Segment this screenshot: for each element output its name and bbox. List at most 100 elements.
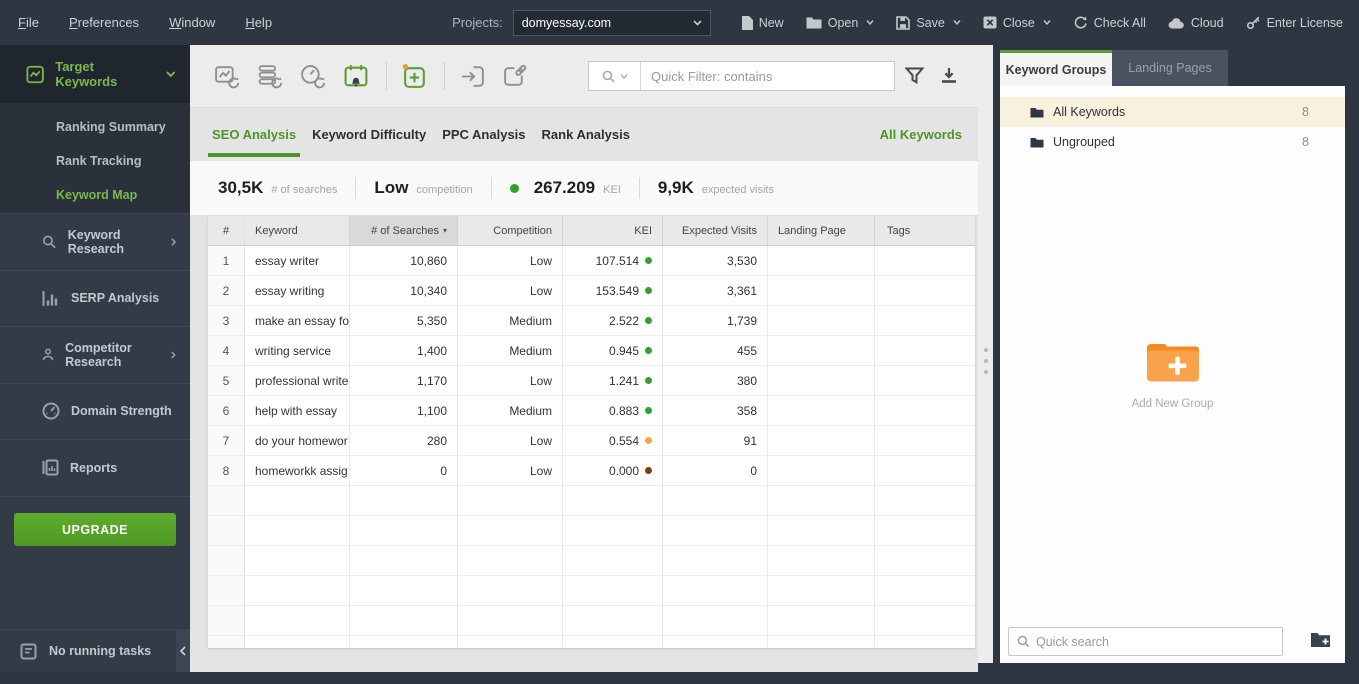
menu-preferences[interactable]: Preferences bbox=[69, 15, 139, 30]
cell-tags bbox=[875, 366, 975, 395]
update-search-number-button[interactable] bbox=[253, 59, 287, 93]
menu-file[interactable]: File bbox=[18, 15, 39, 30]
col-header-searches[interactable]: # of Searches ▾ bbox=[350, 216, 458, 245]
col-header-kei[interactable]: KEI bbox=[563, 216, 663, 245]
tab-landing-pages[interactable]: Landing Pages bbox=[1112, 50, 1228, 86]
sidebar-item-competitor-research[interactable]: Competitor Research bbox=[0, 327, 190, 384]
col-header-expected-visits[interactable]: Expected Visits bbox=[663, 216, 768, 245]
create-group-button[interactable] bbox=[1310, 631, 1331, 653]
sidebar-collapse-handle[interactable] bbox=[176, 629, 190, 672]
assign-landing-page-button[interactable] bbox=[498, 59, 532, 93]
new-project-button[interactable]: New bbox=[741, 15, 784, 30]
table-row[interactable]: 6 help with essay 1,100 Medium 0.883 358 bbox=[208, 396, 975, 426]
cell-keyword: help with essay bbox=[245, 396, 350, 425]
col-header-competition[interactable]: Competition bbox=[458, 216, 563, 245]
add-new-group-button[interactable]: Add New Group bbox=[1000, 338, 1345, 410]
main-content: SEO Analysis Keyword Difficulty PPC Anal… bbox=[190, 45, 978, 672]
close-project-button[interactable]: Close bbox=[983, 16, 1051, 30]
tab-seo-analysis[interactable]: SEO Analysis bbox=[207, 108, 301, 161]
table-header: # Keyword # of Searches ▾ Competition KEI… bbox=[208, 216, 975, 246]
sidebar-item-ranking-summary[interactable]: Ranking Summary bbox=[0, 110, 190, 144]
sidebar-item-domain-strength[interactable]: Domain Strength bbox=[0, 384, 190, 440]
cloud-button[interactable]: Cloud bbox=[1168, 16, 1224, 30]
kei-dot bbox=[645, 407, 652, 414]
cell-keyword: professional write bbox=[245, 366, 350, 395]
sidebar-item-reports[interactable]: Reports bbox=[0, 440, 190, 497]
chevron-down-icon[interactable] bbox=[166, 70, 176, 78]
table-row[interactable]: 3 make an essay fo 5,350 Medium 2.522 1,… bbox=[208, 306, 975, 336]
open-project-button[interactable]: Open bbox=[806, 16, 875, 30]
check-all-refresh-icon bbox=[1074, 16, 1087, 29]
table-row[interactable]: 2 essay writing 10,340 Low 153.549 3,361 bbox=[208, 276, 975, 306]
sidebar-item-keyword-map[interactable]: Keyword Map bbox=[0, 178, 190, 212]
quick-filter-input[interactable] bbox=[641, 62, 894, 90]
add-keywords-button[interactable] bbox=[397, 59, 431, 93]
table-empty-row[interactable] bbox=[208, 516, 975, 546]
sidebar-item-serp-analysis[interactable]: SERP Analysis bbox=[0, 271, 190, 327]
sidebar-item-keyword-research[interactable]: Keyword Research bbox=[0, 214, 190, 271]
menu-bar: File Preferences Window Help bbox=[18, 15, 272, 30]
cell-searches: 10,860 bbox=[350, 246, 458, 275]
enter-license-label: Enter License bbox=[1266, 15, 1343, 30]
chevron-down-icon[interactable] bbox=[1043, 20, 1051, 25]
table-row[interactable]: 8 homeworkk assig 0 Low 0.000 0 bbox=[208, 456, 975, 486]
sidebar: Target Keywords Ranking Summary Rank Tra… bbox=[0, 45, 190, 672]
panel-splitter[interactable] bbox=[978, 45, 993, 663]
table-empty-row[interactable] bbox=[208, 606, 975, 636]
cell-visits: 0 bbox=[663, 456, 768, 485]
save-label: Save bbox=[916, 15, 945, 30]
table-row[interactable]: 7 do your homewor 280 Low 0.554 91 bbox=[208, 426, 975, 456]
tab-ppc-analysis[interactable]: PPC Analysis bbox=[442, 108, 525, 161]
col-header-tags[interactable]: Tags bbox=[875, 216, 975, 245]
group-row-all-keywords[interactable]: All Keywords 8 bbox=[1000, 97, 1345, 127]
projects-select[interactable]: domyessay.com bbox=[512, 9, 711, 36]
update-kei-button[interactable] bbox=[296, 59, 330, 93]
cell-landing-page bbox=[768, 306, 875, 335]
all-keywords-scope-label[interactable]: All Keywords bbox=[880, 127, 962, 142]
table-empty-row[interactable] bbox=[208, 636, 975, 648]
gauge-icon bbox=[42, 402, 60, 420]
cell-keyword: do your homewor bbox=[245, 426, 350, 455]
menu-help[interactable]: Help bbox=[245, 15, 272, 30]
update-rankings-button[interactable] bbox=[210, 59, 244, 93]
group-search-input[interactable] bbox=[1036, 628, 1282, 655]
chevron-down-icon[interactable] bbox=[953, 20, 961, 25]
enter-license-button[interactable]: Enter License bbox=[1246, 15, 1343, 30]
move-to-group-button[interactable] bbox=[455, 59, 489, 93]
table-empty-row[interactable] bbox=[208, 576, 975, 606]
cloud-label: Cloud bbox=[1190, 15, 1224, 30]
col-header-landing-page[interactable]: Landing Page bbox=[768, 216, 875, 245]
sidebar-item-rank-tracking[interactable]: Rank Tracking bbox=[0, 144, 190, 178]
upgrade-button[interactable]: UPGRADE bbox=[14, 513, 176, 546]
tab-rank-analysis[interactable]: Rank Analysis bbox=[542, 108, 630, 161]
stat-searches-value: 30,5K bbox=[218, 178, 264, 197]
table-row[interactable]: 5 professional write 1,170 Low 1.241 380 bbox=[208, 366, 975, 396]
tab-keyword-groups[interactable]: Keyword Groups bbox=[1000, 50, 1112, 86]
col-header-keyword[interactable]: Keyword bbox=[245, 216, 350, 245]
col-header-num[interactable]: # bbox=[208, 216, 245, 245]
quick-filter-mode-button[interactable] bbox=[589, 62, 641, 90]
save-project-button[interactable]: Save bbox=[896, 16, 961, 30]
check-all-label: Check All bbox=[1093, 15, 1146, 30]
target-keywords-submenu: Ranking Summary Rank Tracking Keyword Ma… bbox=[0, 103, 190, 214]
cell-kei: 0.000 bbox=[563, 456, 663, 485]
cell-kei: 0.945 bbox=[563, 336, 663, 365]
tab-keyword-difficulty[interactable]: Keyword Difficulty bbox=[312, 108, 426, 161]
stat-kei: 267.209 KEI bbox=[509, 178, 621, 198]
sidebar-item-target-keywords[interactable]: Target Keywords bbox=[0, 45, 190, 103]
group-row-ungrouped[interactable]: Ungrouped 8 bbox=[1000, 127, 1345, 157]
menu-window[interactable]: Window bbox=[169, 15, 215, 30]
cell-keyword: essay writer bbox=[245, 246, 350, 275]
filter-button[interactable] bbox=[904, 67, 925, 89]
table-empty-row[interactable] bbox=[208, 486, 975, 516]
cell-num: 6 bbox=[208, 396, 245, 425]
table-row[interactable]: 4 writing service 1,400 Medium 0.945 455 bbox=[208, 336, 975, 366]
chevron-down-icon[interactable] bbox=[866, 20, 874, 25]
running-tasks-status[interactable]: No running tasks bbox=[0, 629, 190, 672]
table-empty-row[interactable] bbox=[208, 546, 975, 576]
cell-kei: 0.883 bbox=[563, 396, 663, 425]
export-button[interactable] bbox=[940, 67, 958, 89]
scheduler-button[interactable] bbox=[339, 59, 373, 93]
check-all-button[interactable]: Check All bbox=[1073, 15, 1146, 30]
table-row[interactable]: 1 essay writer 10,860 Low 107.514 3,530 bbox=[208, 246, 975, 276]
